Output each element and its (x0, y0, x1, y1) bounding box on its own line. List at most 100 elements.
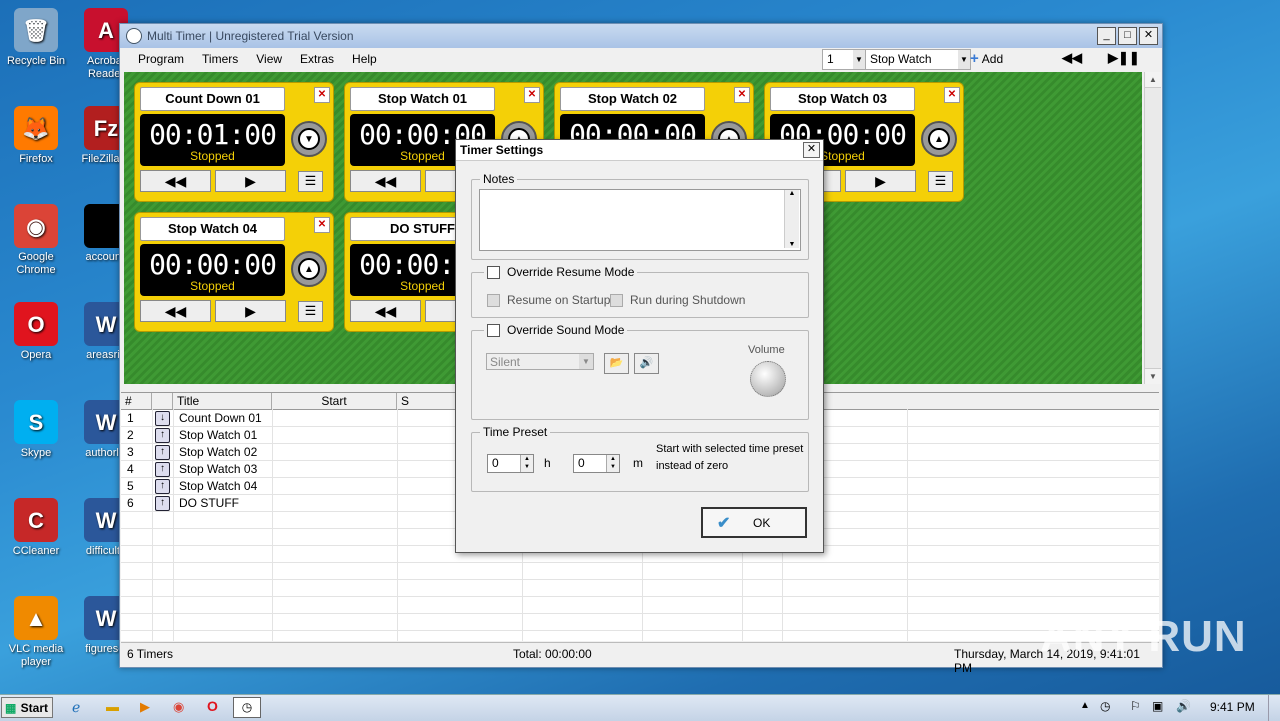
play-icon: ▶ (875, 173, 886, 189)
chevron-down-icon[interactable]: ▼ (958, 50, 970, 69)
timer-direction-button[interactable]: ▲ (921, 121, 957, 157)
explorer-icon[interactable]: ▬ (106, 699, 119, 714)
timer-name[interactable]: Stop Watch 01 (350, 87, 495, 111)
sound-select[interactable]: Silent ▼ (486, 353, 594, 370)
title-bar[interactable]: Multi Timer | Unregistered Trial Version… (120, 24, 1162, 48)
maximize-button[interactable]: □ (1118, 27, 1137, 45)
play-button[interactable]: ▶ (215, 170, 286, 192)
play-button[interactable]: ▶ (215, 300, 286, 322)
menu-help[interactable]: Help (343, 52, 386, 66)
col-start[interactable]: Start (272, 393, 397, 409)
ok-button[interactable]: ✔ OK (701, 507, 807, 538)
network-icon[interactable]: ▣ (1152, 699, 1163, 713)
timer-menu-button[interactable]: ☰ (298, 301, 323, 322)
scroll-up-icon[interactable]: ▲ (1145, 72, 1161, 88)
checkbox-icon[interactable] (610, 294, 623, 308)
timers-scrollbar[interactable]: ▲ ▼ (1144, 72, 1161, 384)
override-sound-checkbox[interactable]: Override Sound Mode (484, 323, 628, 338)
timer-display[interactable]: 00:00:00Stopped (140, 244, 285, 296)
show-desktop-button[interactable] (1268, 695, 1280, 721)
reset-button[interactable]: ◀◀ (350, 300, 421, 322)
notes-textarea[interactable] (479, 189, 801, 251)
close-icon[interactable]: ✕ (734, 87, 750, 103)
play-pause-all-icon[interactable]: ▶❚❚ (1108, 50, 1140, 66)
scroll-down-icon[interactable]: ▼ (785, 241, 799, 248)
opera-icon[interactable]: O (207, 698, 218, 714)
col-direction[interactable] (152, 393, 173, 409)
timer-direction-button[interactable]: ▼ (291, 121, 327, 157)
speaker-icon[interactable]: 🔊 (1176, 699, 1191, 713)
dialog-title[interactable]: Timer Settings (456, 140, 823, 161)
menu-timers[interactable]: Timers (193, 52, 247, 66)
clock[interactable]: 9:41 PM (1210, 700, 1255, 714)
desktop-icon-label: Skype (20, 447, 52, 459)
desktop-icon[interactable]: 🗑 Recycle Bin (1, 8, 71, 68)
desktop-icon[interactable]: O Opera (1, 302, 71, 362)
close-icon[interactable]: ✕ (314, 87, 330, 103)
close-icon[interactable]: ✕ (314, 217, 330, 233)
timer-type-value: Stop Watch (870, 52, 932, 66)
col-number[interactable]: # (121, 393, 152, 409)
run-shutdown-checkbox[interactable]: Run during Shutdown (610, 293, 745, 308)
chevron-down-icon[interactable]: ▼ (579, 354, 593, 369)
tray-expand-icon[interactable]: ▲ (1080, 700, 1090, 711)
rewind-all-icon[interactable]: ◀◀ (1062, 50, 1082, 66)
desktop-icon[interactable]: ▲ VLC media player (1, 596, 71, 669)
stepper-arrows-icon[interactable]: ▲ ▼ (520, 455, 533, 472)
folder-icon[interactable]: 📂 (604, 353, 629, 374)
desktop-icon[interactable]: ◉ Google Chrome (1, 204, 71, 277)
multi-timer-taskbar-icon[interactable]: ◷ (233, 697, 261, 718)
checkbox-icon[interactable] (487, 324, 500, 338)
timer-name[interactable]: Stop Watch 03 (770, 87, 915, 111)
timer-menu-button[interactable]: ☰ (928, 171, 953, 192)
play-button[interactable]: ▶ (845, 170, 916, 192)
app-icon: ▲ (14, 596, 58, 640)
resume-group: Override Resume Mode Resume on Startup R… (471, 265, 809, 318)
reset-button[interactable]: ◀◀ (350, 170, 421, 192)
notes-scrollbar[interactable]: ▲ ▼ (784, 190, 799, 248)
reset-button[interactable]: ◀◀ (140, 300, 211, 322)
flag-icon[interactable]: ⚐ (1130, 699, 1141, 713)
desktop-icon[interactable]: C CCleaner (1, 498, 71, 558)
checkbox-icon[interactable] (487, 294, 500, 308)
timer-menu-button[interactable]: ☰ (298, 171, 323, 192)
resume-startup-checkbox[interactable]: Resume on Startup (487, 293, 610, 308)
add-timer-button[interactable]: + Add (970, 50, 1003, 67)
timer-type-select[interactable]: Stop Watch ▼ (865, 49, 971, 70)
chevron-down-icon[interactable]: ▼ (853, 50, 865, 69)
stepper-arrows-icon[interactable]: ▲ ▼ (606, 455, 619, 472)
col-title[interactable]: Title (173, 393, 272, 409)
start-button[interactable]: ▦ Start (1, 697, 53, 718)
timer-name[interactable]: Stop Watch 02 (560, 87, 705, 111)
close-button[interactable]: ✕ (1139, 27, 1158, 45)
tray-timer-icon[interactable]: ◷ (1100, 699, 1110, 713)
dialog-close-button[interactable]: ✕ (803, 142, 820, 158)
minutes-stepper[interactable]: 0 ▲ ▼ (573, 454, 620, 473)
scroll-up-icon[interactable]: ▲ (785, 190, 799, 197)
timer-settings-dialog: Timer Settings ✕ Notes ▲ ▼ Override Resu… (455, 139, 824, 553)
speaker-icon[interactable]: 🔊 (634, 353, 659, 374)
hours-stepper[interactable]: 0 ▲ ▼ (487, 454, 534, 473)
checkbox-icon[interactable] (487, 266, 500, 280)
volume-knob[interactable] (750, 361, 786, 397)
menu-extras[interactable]: Extras (291, 52, 343, 66)
media-player-icon[interactable]: ▶ (140, 699, 150, 715)
scroll-down-icon[interactable]: ▼ (1145, 368, 1161, 384)
timer-count-select[interactable]: 1 ▼ (822, 49, 866, 70)
desktop-icon[interactable]: S Skype (1, 400, 71, 460)
close-icon[interactable]: ✕ (524, 87, 540, 103)
timer-display[interactable]: 00:01:00 Stopped (140, 114, 285, 166)
reset-button[interactable]: ◀◀ (140, 170, 211, 192)
menu-view[interactable]: View (247, 52, 291, 66)
row-title: Stop Watch 02 (179, 445, 258, 459)
override-resume-checkbox[interactable]: Override Resume Mode (484, 265, 638, 280)
desktop-icon[interactable]: 🦊 Firefox (1, 106, 71, 166)
menu-program[interactable]: Program (129, 52, 193, 66)
timer-name[interactable]: Stop Watch 04 (140, 217, 285, 241)
timer-name[interactable]: Count Down 01 (140, 87, 285, 111)
chrome-icon[interactable]: ◉ (173, 699, 184, 715)
ie-icon[interactable]: ℯ (72, 699, 80, 716)
timer-direction-button[interactable]: ▲ (291, 251, 327, 287)
close-icon[interactable]: ✕ (944, 87, 960, 103)
minimize-button[interactable]: _ (1097, 27, 1116, 45)
